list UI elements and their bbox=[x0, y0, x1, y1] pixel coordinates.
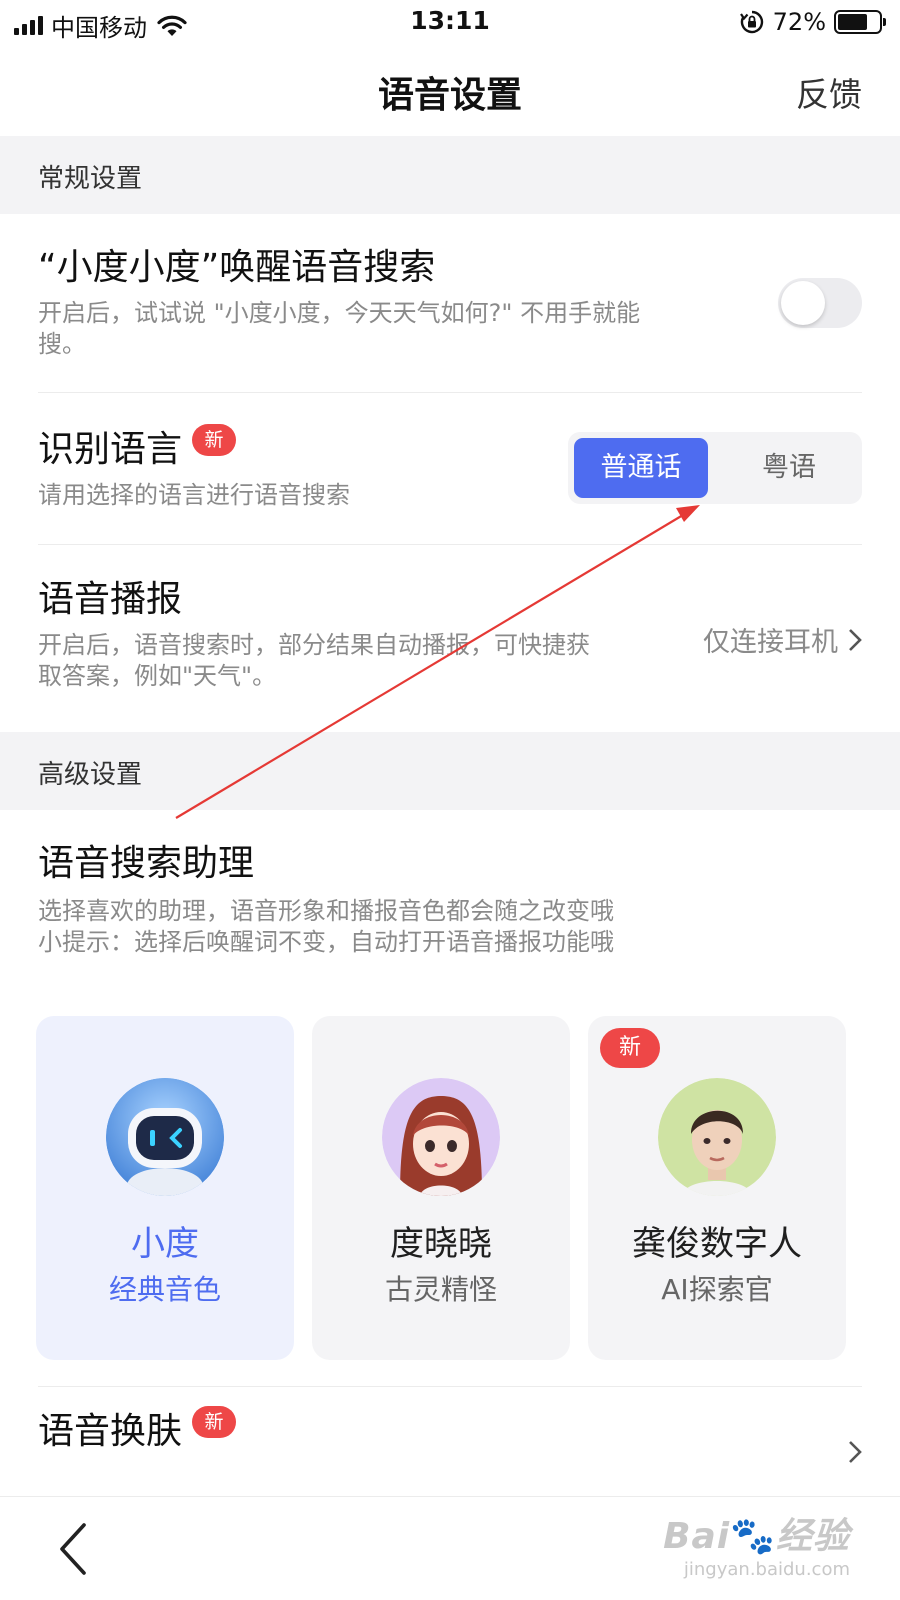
skin-row[interactable]: 语音换肤新 bbox=[38, 1406, 862, 1454]
section-header-advanced: 高级设置 bbox=[0, 732, 900, 810]
toggle-knob bbox=[781, 281, 825, 325]
chevron-right-icon[interactable] bbox=[848, 1440, 862, 1464]
wake-search-description: 开启后，试试说 "小度小度，今天天气如何?" 不用手就能搜。 bbox=[38, 299, 641, 358]
skin-title-line: 语音换肤新 bbox=[38, 1406, 862, 1454]
broadcast-description: 开启后，语音搜索时，部分结果自动播报，可快捷获取答案，例如"天气"。 bbox=[38, 631, 590, 690]
feedback-button[interactable]: 反馈 bbox=[796, 68, 862, 116]
section-title-advanced: 高级设置 bbox=[38, 760, 143, 790]
broadcast-value: 仅连接耳机 bbox=[703, 627, 838, 658]
nav-bar: 语音设置 反馈 bbox=[0, 46, 900, 136]
assistant-name: 度晓晓 bbox=[390, 1224, 492, 1264]
new-badge: 新 bbox=[192, 1406, 237, 1438]
assistant-card-gongjun[interactable]: 新 龚俊数字人 AI探索官 bbox=[588, 1016, 846, 1360]
language-title: 识别语言 bbox=[38, 429, 183, 470]
assistant-title: 语音搜索助理 bbox=[38, 843, 255, 884]
divider bbox=[38, 1386, 862, 1387]
back-arrow-icon[interactable] bbox=[50, 1519, 100, 1579]
broadcast-value-link[interactable]: 仅连接耳机 bbox=[703, 620, 862, 659]
wake-search-toggle[interactable] bbox=[778, 278, 862, 328]
language-segmented-control: 普通话 粤语 bbox=[568, 432, 862, 504]
broadcast-title: 语音播报 bbox=[38, 579, 183, 620]
assistant-description-1: 选择喜欢的助理，语音形象和播报音色都会随之改变哦 bbox=[38, 897, 614, 925]
assistant-name: 龚俊数字人 bbox=[632, 1224, 802, 1264]
skin-title: 语音换肤 bbox=[38, 1411, 183, 1452]
battery-percent: 72% bbox=[772, 8, 826, 36]
wake-search-title: “小度小度”唤醒语音搜索 bbox=[38, 247, 436, 288]
page-title: 语音设置 bbox=[377, 75, 522, 116]
assistant-card-xiaodu[interactable]: 小度 经典音色 bbox=[36, 1016, 294, 1360]
bottom-bar: Bai🐾经验 jingyan.baidu.com bbox=[0, 1496, 900, 1600]
man-avatar-icon bbox=[658, 1078, 776, 1196]
section-header-general: 常规设置 bbox=[0, 136, 900, 214]
assistant-card-duxiaoxiao[interactable]: 度晓晓 古灵精怪 bbox=[312, 1016, 570, 1360]
battery-icon bbox=[834, 10, 886, 34]
watermark-logo: Bai🐾经验 bbox=[663, 1516, 850, 1557]
chevron-right-icon bbox=[849, 628, 862, 651]
wake-search-row: “小度小度”唤醒语音搜索 开启后，试试说 "小度小度，今天天气如何?" 不用手就… bbox=[38, 246, 862, 360]
assistant-subtitle: 古灵精怪 bbox=[384, 1273, 497, 1306]
watermark-url: jingyan.baidu.com bbox=[683, 1559, 850, 1580]
rotation-lock-icon bbox=[739, 10, 763, 34]
section-title-general: 常规设置 bbox=[38, 164, 143, 194]
assistant-section: 语音搜索助理 选择喜欢的助理，语音形象和播报音色都会随之改变哦 小提示：选择后唤… bbox=[38, 842, 862, 958]
new-badge: 新 bbox=[192, 424, 237, 456]
new-badge: 新 bbox=[600, 1028, 660, 1068]
status-right: 72% bbox=[739, 8, 886, 36]
assistant-description-2: 小提示：选择后唤醒词不变，自动打开语音播报功能哦 bbox=[38, 928, 614, 956]
voice-settings-screen: 中国移动 13:11 72% 语音设置 反馈 常规设置 “小度小度”唤醒语音搜索… bbox=[0, 0, 900, 1600]
assistant-subtitle: 经典音色 bbox=[108, 1273, 221, 1306]
battery-fill bbox=[838, 14, 867, 30]
assistant-subtitle: AI探索官 bbox=[661, 1273, 773, 1306]
assistant-name: 小度 bbox=[131, 1224, 199, 1264]
baidu-jingyan-watermark: Bai🐾经验 jingyan.baidu.com bbox=[663, 1507, 850, 1580]
language-option-mandarin[interactable]: 普通话 bbox=[574, 438, 708, 498]
divider bbox=[38, 392, 862, 393]
language-option-cantonese[interactable]: 粤语 bbox=[722, 438, 856, 498]
robot-avatar-icon bbox=[106, 1078, 224, 1196]
status-bar: 中国移动 13:11 72% bbox=[0, 0, 900, 46]
girl-avatar-icon bbox=[382, 1078, 500, 1196]
divider bbox=[38, 544, 862, 545]
